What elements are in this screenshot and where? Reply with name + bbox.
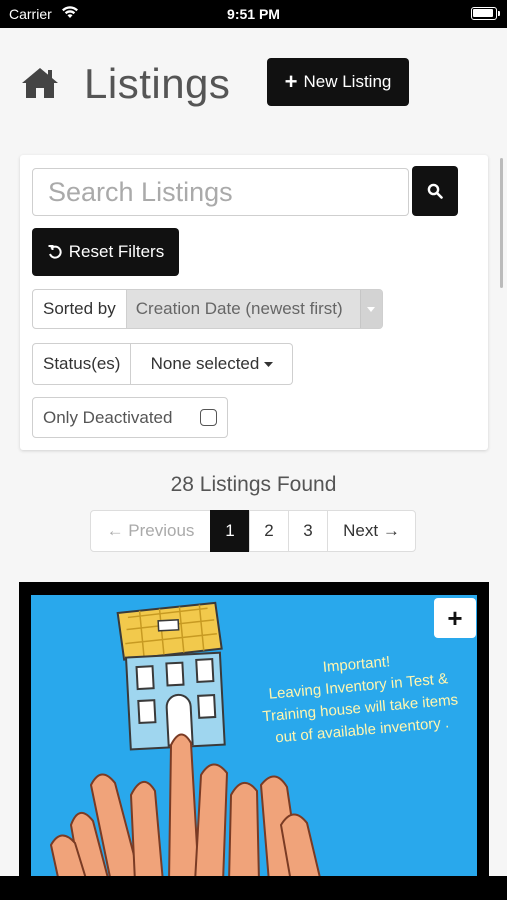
pagination: ← Previous 1 2 3 Next → (90, 510, 416, 552)
next-page-button[interactable]: Next → (327, 510, 416, 552)
bottom-bar (0, 876, 507, 900)
search-input[interactable] (32, 168, 409, 216)
listing-image: Important! Leaving Inventory in Test & T… (31, 595, 477, 882)
page-3-button[interactable]: 3 (288, 510, 328, 552)
search-icon (427, 183, 443, 199)
plus-icon: + (284, 69, 298, 94)
status-filter-group: Status(es) None selected (32, 343, 294, 385)
sort-group: Sorted by Creation Date (newest first) (32, 289, 383, 329)
new-listing-label: New Listing (303, 72, 392, 91)
chevron-down-icon (359, 290, 382, 328)
caret-down-icon (264, 361, 274, 367)
sort-value: Creation Date (newest first) (135, 299, 343, 318)
page-1-button[interactable]: 1 (210, 510, 250, 552)
status-dropdown[interactable]: None selected (131, 343, 294, 385)
new-listing-button[interactable]: + New Listing (267, 58, 409, 106)
listing-card[interactable]: Important! Leaving Inventory in Test & T… (19, 582, 489, 882)
page-header: Listings + New Listing (20, 56, 490, 112)
previous-page-button[interactable]: ← Previous (90, 510, 211, 552)
battery-icon (471, 7, 500, 20)
sort-label: Sorted by (32, 289, 127, 329)
plus-icon: + (447, 602, 463, 633)
results-count: 28 Listings Found (170, 473, 337, 496)
home-icon[interactable] (20, 66, 60, 105)
sort-select[interactable]: Creation Date (newest first) (126, 289, 383, 329)
undo-icon (48, 245, 62, 259)
search-button[interactable] (412, 166, 458, 216)
scrollbar[interactable] (500, 158, 503, 288)
page-2-button[interactable]: 2 (249, 510, 289, 552)
reset-filters-button[interactable]: Reset Filters (32, 228, 179, 276)
clock: 9:51 PM (227, 6, 280, 22)
filter-panel: Reset Filters Sorted by Creation Date (n… (20, 155, 488, 450)
status-value: None selected (150, 354, 260, 373)
add-listing-item-button[interactable]: + (434, 598, 476, 638)
only-deactivated-label: Only Deactivated (43, 407, 173, 427)
only-deactivated-checkbox[interactable] (200, 409, 217, 426)
status-label: Status(es) (32, 343, 132, 385)
only-deactivated-filter[interactable]: Only Deactivated (32, 397, 228, 438)
page-title: Listings (84, 60, 231, 107)
ios-status-bar: Carrier 9:51 PM (0, 0, 507, 28)
reset-filters-label: Reset Filters (68, 242, 165, 261)
